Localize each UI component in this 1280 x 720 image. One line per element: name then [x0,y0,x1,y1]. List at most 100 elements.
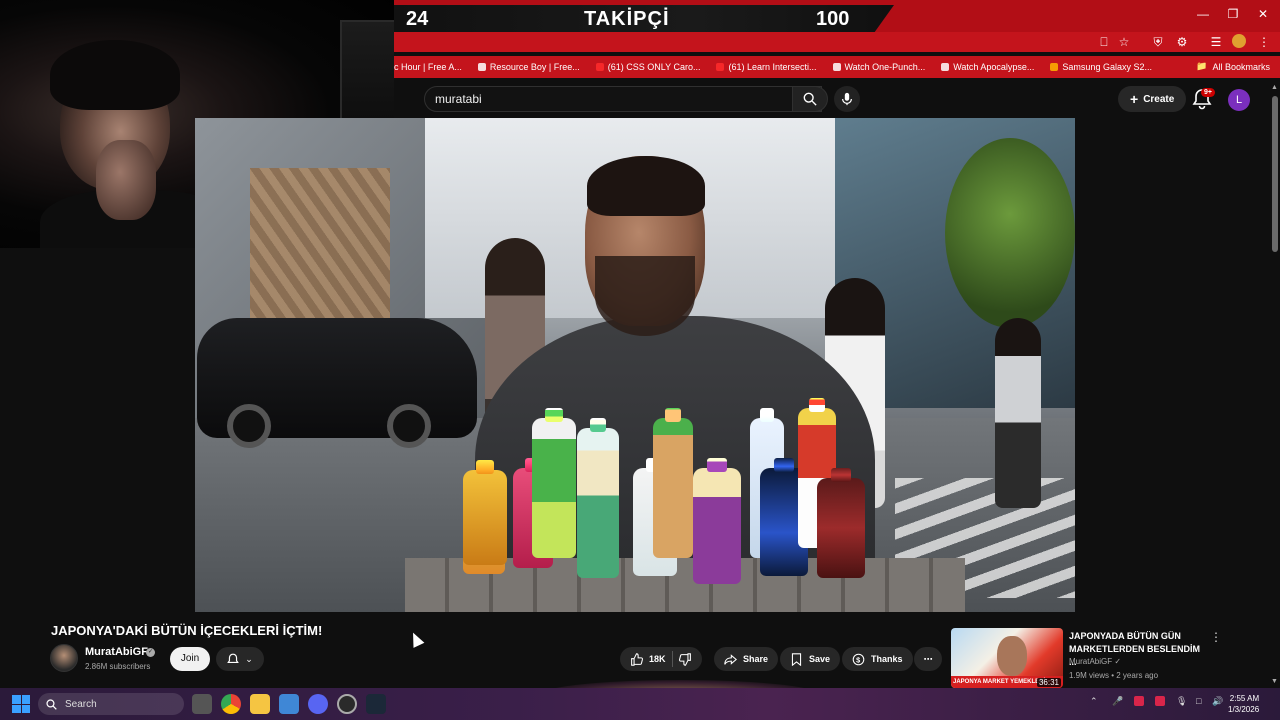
mouse-cursor [407,630,425,648]
browser-toolbar: ⎕ ☆ ⛨ ⚙ ☰ ⋮ [394,32,1280,52]
more-horizontal-icon: ⋯ [923,653,933,664]
share-icon [724,653,737,665]
file-explorer-icon[interactable] [250,694,270,714]
thumbnail-face [997,636,1027,676]
restore-icon[interactable]: ❐ [1218,4,1248,24]
chevron-down-icon: ⌄ [245,653,253,664]
extensions-icon[interactable]: ⚙ [1174,34,1190,50]
all-bookmarks-button[interactable]: 📁 All Bookmarks [1196,61,1270,72]
shield-icon[interactable]: ⛨ [1150,34,1166,50]
bookmark-item[interactable]: Watch Apocalypse... [941,62,1034,72]
search-icon [46,698,57,710]
steam-icon[interactable] [366,694,386,714]
video-duration: 36:31 [1036,678,1061,687]
network-icon[interactable]: □ [1196,696,1201,706]
bookmark-favicon-icon [832,63,841,71]
drink-can [817,478,865,578]
windows-start-icon[interactable] [12,695,30,713]
tray-app-icon[interactable] [1134,696,1144,706]
bookmark-star-icon[interactable]: ☆ [1116,34,1132,50]
task-view-icon[interactable] [192,694,212,714]
follower-goal-overlay: 24 TAKİPÇİ 100 [394,5,894,33]
more-vertical-icon[interactable]: ⋮ [1210,630,1222,644]
scroll-down-arrow-icon[interactable]: ▼ [1271,678,1278,685]
video-player[interactable] [195,118,1075,612]
drink-bottle [577,428,619,578]
more-actions-button[interactable]: ⋯ [914,647,942,671]
page-scrollbar[interactable] [1272,96,1278,252]
bookmark-favicon-icon [1050,63,1059,71]
youtube-favicon-icon [595,63,604,71]
car-wheel [227,404,271,448]
bookmark-favicon-icon [941,63,950,71]
search-button[interactable] [792,86,828,112]
volume-icon[interactable]: 🔊 [1212,696,1223,707]
subscriber-count: 2.86M subscribers [85,662,151,671]
channel-avatar[interactable] [50,644,78,672]
channel-name[interactable]: MuratAbiGF [85,646,148,658]
share-button[interactable]: Share [714,647,779,671]
drink-bottle [693,468,741,584]
youtube-header: muratabi ✕ + Create 9+ L [394,80,1280,118]
like-button[interactable]: 18K [630,652,666,666]
streamer-hair [50,40,180,110]
account-avatar[interactable]: L [1228,89,1250,111]
bookmark-item[interactable]: Watch One-Punch... [832,62,925,72]
recommended-channel-name[interactable]: MuratAbiGF ✓ [1069,657,1121,666]
super-thanks-icon: $ [852,653,865,665]
menu-kebab-icon[interactable]: ⋮ [1256,34,1272,50]
recommended-video-thumbnail[interactable]: JAPONYA MARKET YEMEKLERİ 36:31 [951,628,1063,688]
mic-muted-icon[interactable]: 🎤 [1112,696,1123,707]
save-button[interactable]: Save [780,647,841,671]
youtube-favicon-icon [716,63,725,71]
chrome-icon[interactable] [221,694,241,714]
bookmark-icon [791,652,802,666]
taskbar-clock[interactable]: 2:55 AM 1/3/2026 [1228,693,1259,715]
bookmark-item[interactable]: (61) Learn Intersecti... [716,62,817,72]
drink-bottle [653,418,693,558]
follower-current: 24 [406,7,429,30]
svg-text:$: $ [856,655,860,664]
close-icon[interactable]: ✕ [1248,4,1278,24]
drink-bottle [532,418,576,558]
bookmark-favicon-icon [477,63,486,71]
streamer-hand [96,140,156,220]
video-bg-pedestrian [995,318,1041,508]
drink-can [463,470,507,565]
profile-icon[interactable] [1232,34,1246,48]
obs-icon[interactable] [337,694,357,714]
install-app-icon[interactable]: ⎕ [1096,34,1112,50]
taskbar-search-input[interactable]: Search [38,693,184,715]
bookmark-item[interactable]: (61) CSS ONLY Caro... [595,62,700,72]
search-input[interactable]: muratabi ✕ [424,86,822,112]
folder-icon: 📁 [1196,61,1208,71]
join-button[interactable]: Join [170,647,210,671]
bookmark-item[interactable]: Resource Boy | Free... [477,62,580,72]
microphone-tray-icon[interactable]: 🎙 [1176,696,1187,707]
video-bg-car [197,318,477,448]
calculator-icon[interactable] [279,694,299,714]
divider [671,651,673,667]
thanks-button[interactable]: $ Thanks [842,647,913,671]
bookmark-item[interactable]: Samsung Galaxy S2... [1050,62,1152,72]
search-icon [803,92,817,106]
follower-label: TAKİPÇİ [584,7,670,30]
create-button[interactable]: + Create [1118,86,1187,112]
thumbs-down-icon[interactable] [678,652,692,666]
discord-icon[interactable] [308,694,328,714]
thumbs-up-icon [631,652,643,666]
windows-taskbar: Search ⌃ 🎤 🎙 □ 🔊 2:55 AM 1/3/2026 [0,688,1280,720]
bookmark-item[interactable]: c Hour | Free A... [394,62,462,72]
verified-check-icon: ✓ [1114,657,1122,666]
tray-app-icon[interactable] [1155,696,1165,706]
tray-chevron-up-icon[interactable]: ⌃ [1090,696,1098,707]
tab-search-icon[interactable]: ☰ [1208,34,1224,50]
like-count: 18K [649,654,666,664]
bookmarks-bar: c Hour | Free A... Resource Boy | Free..… [394,56,1280,78]
voice-search-button[interactable] [834,86,860,112]
follower-target: 100 [816,7,850,30]
host-hair [587,156,705,216]
scroll-up-arrow-icon[interactable]: ▲ [1271,84,1278,91]
subscription-bell-button[interactable]: ⌄ [216,647,264,671]
minimize-icon[interactable]: — [1188,4,1218,24]
